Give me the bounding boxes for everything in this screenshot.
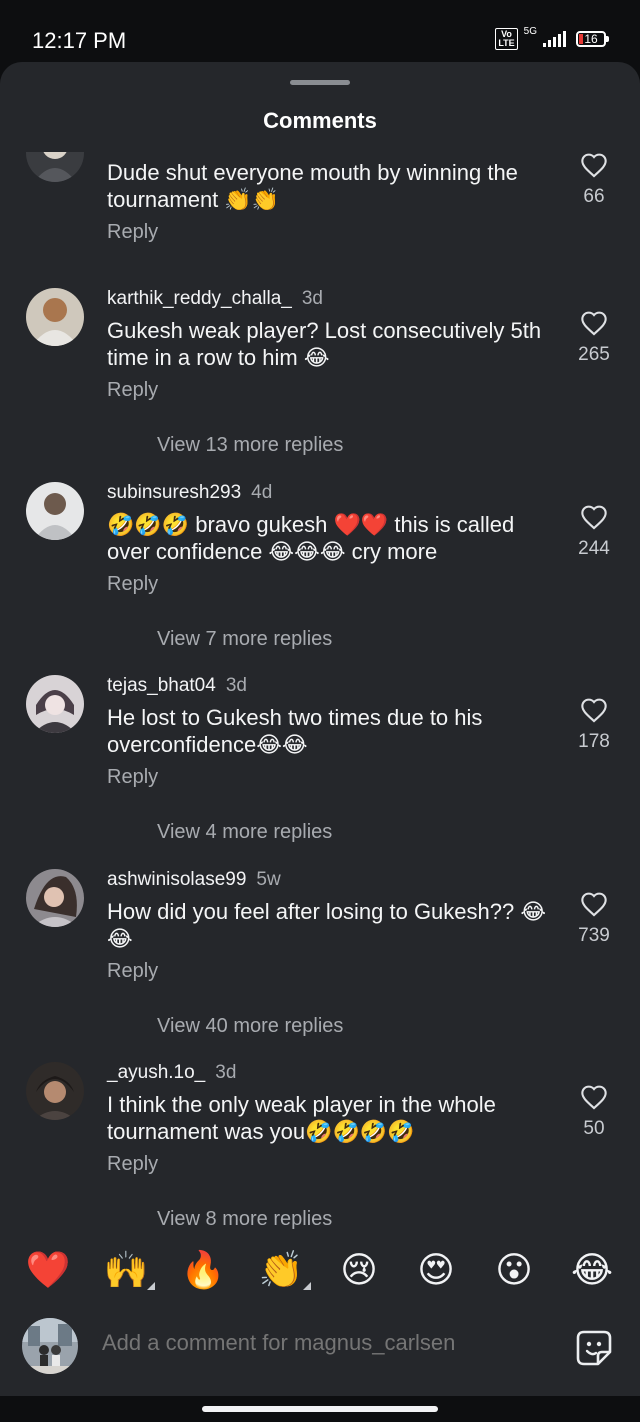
comment-meta: _ayush.1o_ 3d [107, 1062, 236, 1084]
drag-handle[interactable] [290, 80, 350, 85]
comment-text: How did you feel after losing to Gukesh?… [107, 899, 547, 951]
emoji-heart[interactable]: ❤️ [23, 1248, 73, 1292]
my-avatar[interactable] [22, 1318, 78, 1374]
emoji-variant-indicator [147, 1282, 155, 1290]
sticker-smile-icon [576, 1330, 612, 1366]
avatar[interactable] [26, 869, 84, 927]
signal-icon [543, 31, 566, 47]
like-button[interactable]: 50 [570, 1084, 618, 1140]
comment-text: Gukesh weak player? Lost consecutively 5… [107, 318, 542, 370]
battery-icon: 16 [576, 31, 609, 47]
status-bar: 12:17 PM Vo LTE 5G 16 [0, 0, 640, 62]
avatar[interactable] [26, 482, 84, 540]
avatar[interactable] [26, 288, 84, 346]
reply-button[interactable]: Reply [107, 960, 158, 983]
comment-text: I think the only weak player in the whol… [107, 1092, 496, 1144]
username[interactable]: karthik_reddy_challa_ [107, 288, 292, 309]
timestamp: 3d [215, 1062, 237, 1083]
timestamp: 5w [256, 869, 281, 890]
emoji-fire[interactable]: 🔥 [178, 1248, 228, 1292]
comments-sheet: Comments Dude shut everyone mouth by win… [0, 62, 640, 1396]
status-time: 12:17 PM [32, 28, 127, 53]
view-more-replies[interactable]: View 13 more replies [157, 434, 343, 457]
like-count: 265 [578, 344, 610, 365]
status-icons: Vo LTE 5G 16 [495, 25, 609, 50]
timestamp: 3d [225, 675, 247, 696]
emoji-crying[interactable]: 😢 [334, 1248, 384, 1292]
comment-meta: tejas_bhat04 3d [107, 675, 247, 697]
like-count: 739 [578, 925, 610, 946]
timestamp: 4d [251, 482, 273, 503]
like-button[interactable]: 265 [570, 310, 618, 366]
like-count: 244 [578, 538, 610, 559]
network-type: 5G [523, 25, 537, 37]
emoji-variant-indicator [303, 1282, 311, 1290]
sheet-title: Comments [263, 108, 377, 133]
home-indicator[interactable] [202, 1406, 438, 1412]
reply-button[interactable]: Reply [107, 379, 158, 402]
emoji-heart-eyes[interactable]: 😍 [411, 1248, 461, 1292]
heart-outline-icon [581, 698, 607, 723]
like-count: 50 [583, 1118, 605, 1139]
comment-text: Dude shut everyone mouth by winning the … [107, 160, 518, 212]
heart-outline-icon [581, 153, 607, 178]
comment-meta: karthik_reddy_challa_ 3d [107, 288, 323, 310]
comment-meta: ashwinisolase99 5w [107, 869, 281, 891]
reply-button[interactable]: Reply [107, 766, 158, 789]
like-button[interactable]: 739 [570, 891, 618, 947]
comment-meta: subinsuresh293 4d [107, 482, 272, 504]
emoji-surprised[interactable]: 😮 [489, 1248, 539, 1292]
heart-outline-icon [581, 892, 607, 917]
heart-outline-icon [581, 505, 607, 530]
heart-outline-icon [581, 311, 607, 336]
comment-list[interactable]: Dude shut everyone mouth by winning the … [0, 152, 640, 1237]
volte-icon: Vo LTE [495, 28, 518, 50]
battery-level: 16 [584, 32, 598, 46]
like-count: 178 [578, 731, 610, 752]
emoji-laughing[interactable]: 😂 [567, 1248, 617, 1292]
quick-emoji-bar: ❤️ 🙌 🔥 👏 😢 😍 😮 😂 [0, 1248, 640, 1306]
username[interactable]: ashwinisolase99 [107, 869, 246, 890]
reply-button[interactable]: Reply [107, 1153, 158, 1176]
like-button[interactable]: 66 [570, 152, 618, 208]
username[interactable]: _ayush.1o_ [107, 1062, 205, 1083]
view-more-replies[interactable]: View 40 more replies [157, 1015, 343, 1038]
reply-button[interactable]: Reply [107, 573, 158, 596]
comment-text: He lost to Gukesh two times due to his o… [107, 705, 483, 757]
like-count: 66 [583, 186, 605, 207]
avatar[interactable] [26, 675, 84, 733]
comment-composer [0, 1318, 640, 1376]
view-more-replies[interactable]: View 8 more replies [157, 1208, 332, 1231]
comment-input[interactable] [102, 1330, 542, 1356]
emoji-clapping[interactable]: 👏 [256, 1248, 306, 1292]
username[interactable]: subinsuresh293 [107, 482, 241, 503]
avatar[interactable] [26, 152, 84, 182]
heart-outline-icon [581, 1085, 607, 1110]
view-more-replies[interactable]: View 4 more replies [157, 821, 332, 844]
timestamp: 3d [301, 288, 323, 309]
reply-button[interactable]: Reply [107, 221, 158, 244]
username[interactable]: tejas_bhat04 [107, 675, 216, 696]
emoji-raised-hands[interactable]: 🙌 [101, 1248, 151, 1292]
comment-text: 🤣🤣🤣 bravo gukesh ❤️❤️ this is called ove… [107, 512, 515, 564]
sticker-button[interactable] [574, 1328, 614, 1373]
like-button[interactable]: 178 [570, 697, 618, 753]
like-button[interactable]: 244 [570, 504, 618, 560]
avatar[interactable] [26, 1062, 84, 1120]
view-more-replies[interactable]: View 7 more replies [157, 628, 332, 651]
